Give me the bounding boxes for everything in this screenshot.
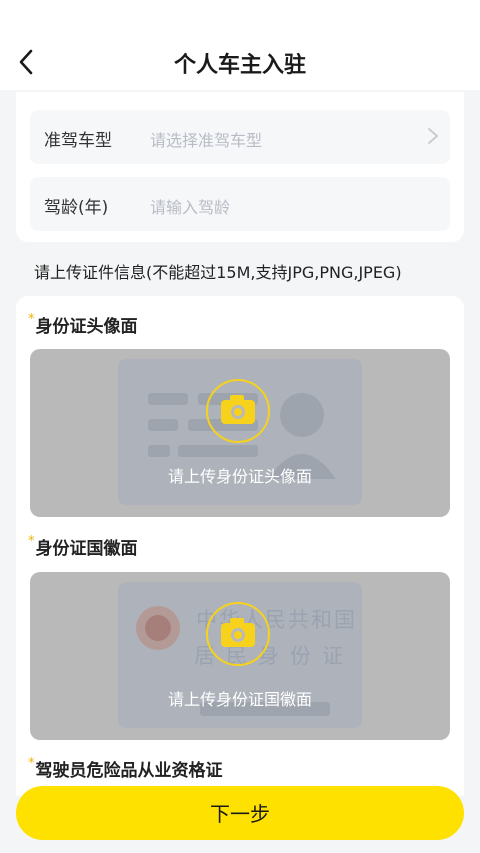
driving-years-placeholder: 请输入驾龄 bbox=[150, 198, 231, 217]
id-back-section-title: *身份证国徽面 bbox=[28, 534, 138, 559]
id-back-title-text: 身份证国徽面 bbox=[35, 539, 138, 559]
id-front-title-text: 身份证头像面 bbox=[35, 317, 138, 337]
next-step-button[interactable]: 下一步 bbox=[16, 786, 464, 840]
license-type-selector[interactable]: 准驾车型 请选择准驾车型 bbox=[30, 110, 450, 164]
document-upload-card: *身份证头像面 请上传身份证头像面 *身份证国徽面 中华人民共和国 居民身份证 … bbox=[16, 296, 464, 796]
id-front-upload[interactable]: 请上传身份证头像面 bbox=[30, 349, 450, 517]
required-mark: * bbox=[28, 756, 35, 771]
hazmat-cert-title-text: 驾驶员危险品从业资格证 bbox=[35, 761, 223, 781]
required-mark: * bbox=[28, 534, 35, 549]
driving-years-label: 驾龄(年) bbox=[44, 198, 109, 218]
driver-info-card: 准驾车型 请选择准驾车型 驾龄(年) 请输入驾龄 bbox=[16, 92, 464, 242]
id-back-upload[interactable]: 中华人民共和国 居民身份证 请上传身份证国徽面 bbox=[30, 572, 450, 740]
id-front-section-title: *身份证头像面 bbox=[28, 312, 138, 337]
hazmat-cert-section-title: *驾驶员危险品从业资格证 bbox=[28, 756, 223, 781]
required-mark: * bbox=[28, 312, 35, 327]
id-back-upload-hint: 请上传身份证国徽面 bbox=[167, 690, 312, 709]
driving-years-input[interactable]: 驾龄(年) 请输入驾龄 bbox=[30, 177, 450, 231]
upload-notice: 请上传证件信息(不能超过15M,支持JPG,PNG,JPEG) bbox=[34, 263, 402, 282]
camera-icon bbox=[206, 602, 270, 666]
chevron-right-icon bbox=[428, 128, 438, 144]
app-header: 个人车主入驻 bbox=[0, 0, 480, 90]
license-type-placeholder: 请选择准驾车型 bbox=[150, 131, 263, 150]
camera-icon bbox=[206, 379, 270, 443]
id-front-upload-hint: 请上传身份证头像面 bbox=[167, 467, 312, 486]
license-type-label: 准驾车型 bbox=[44, 131, 112, 151]
page-title: 个人车主入驻 bbox=[173, 53, 306, 78]
